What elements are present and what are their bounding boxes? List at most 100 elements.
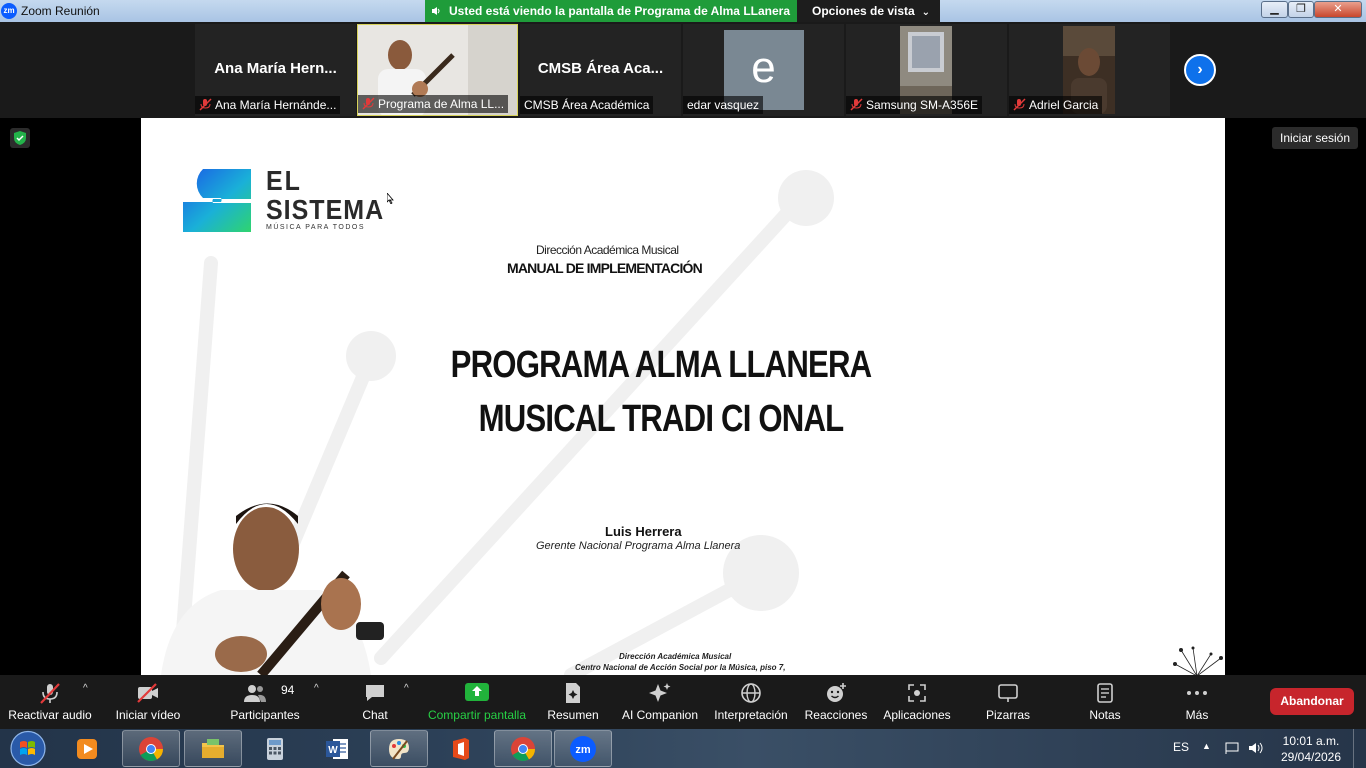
- taskbar-zoom[interactable]: zm: [554, 730, 612, 767]
- word-icon-letter: W: [328, 745, 338, 756]
- taskbar-paint[interactable]: [370, 730, 428, 767]
- title-bar: zm Zoom Reunión Usted está viendo la pan…: [0, 0, 1366, 22]
- volume-icon[interactable]: [1248, 741, 1264, 755]
- taskbar-media-player[interactable]: [58, 730, 116, 767]
- camera-off-icon: [137, 683, 158, 703]
- participant-tile[interactable]: CMSB Área Aca... CMSB Área Académica: [520, 24, 681, 116]
- more-label: Más: [1185, 708, 1209, 722]
- paint-icon: [389, 738, 409, 760]
- view-options-button[interactable]: Opciones de vista ⌄: [797, 0, 940, 22]
- logo-tagline: MÚSICA PARA TODOS: [266, 224, 366, 231]
- start-button-windows-icon[interactable]: [7, 729, 49, 768]
- chat-label: Chat: [362, 708, 388, 722]
- maximize-button[interactable]: ❐: [1288, 1, 1314, 18]
- logo-text-el: EL: [266, 165, 302, 197]
- mic-muted-icon: [1013, 98, 1026, 111]
- clock-date[interactable]: 29/04/2026: [1272, 750, 1350, 764]
- participant-name-bar: edar vasquez: [683, 96, 764, 114]
- gallery-strip: Ana María Hern... Ana María Hernánde... …: [0, 22, 1366, 118]
- summary-label: Resumen: [547, 708, 599, 722]
- mic-muted-icon: [362, 97, 375, 110]
- mic-muted-icon: [199, 98, 212, 111]
- participant-tile[interactable]: Adriel Garcia: [1009, 24, 1170, 116]
- participant-name: Adriel Garcia: [1029, 98, 1099, 112]
- signin-button[interactable]: Iniciar sesión: [1272, 127, 1358, 149]
- participant-name-bar: Samsung SM-A356E: [846, 96, 983, 114]
- slide-author-role: Gerente Nacional Programa Alma Llanera: [536, 540, 741, 552]
- whiteboards-label: Pizarras: [985, 708, 1030, 722]
- participant-tile[interactable]: Ana María Hern... Ana María Hernánde...: [195, 24, 356, 116]
- slide-footer-line: Centro Nacional de Acción Social por la …: [575, 663, 786, 672]
- leave-meeting-button[interactable]: Abandonar: [1270, 688, 1354, 715]
- clock-time[interactable]: 10:01 a.m.: [1272, 734, 1350, 748]
- taskbar-office[interactable]: [432, 730, 490, 767]
- action-center-flag-icon[interactable]: [1224, 741, 1240, 755]
- slide-subtitle: Dirección Académica Musical: [536, 243, 679, 257]
- audio-options-caret[interactable]: ^: [83, 683, 88, 694]
- taskbar-file-explorer[interactable]: [184, 730, 242, 767]
- summary-button[interactable]: Resumen: [540, 675, 606, 729]
- chat-button[interactable]: Chat: [345, 675, 405, 729]
- gallery-next-button[interactable]: ›: [1184, 54, 1216, 86]
- zoom-icon-letters: zm: [575, 744, 591, 756]
- input-language-indicator[interactable]: ES: [1173, 740, 1189, 754]
- slide-title-line: PROGRAMA ALMA LLANERA: [450, 344, 873, 386]
- slide-manual-heading: MANUAL DE IMPLEMENTACIÓN: [507, 260, 703, 276]
- share-screen-icon: [465, 683, 489, 701]
- apps-icon: [908, 684, 926, 702]
- mic-muted-icon: [40, 683, 60, 704]
- participant-name-bar: CMSB Área Académica: [520, 96, 654, 114]
- taskbar-calculator[interactable]: [246, 730, 304, 767]
- ai-companion-button[interactable]: AI Companion: [615, 675, 705, 729]
- logo-text-sistema: SISTEMA: [266, 194, 385, 226]
- whiteboards-button[interactable]: Pizarras: [972, 675, 1044, 729]
- share-screen-button[interactable]: Compartir pantalla: [420, 675, 534, 729]
- taskbar-chrome-2[interactable]: [494, 730, 552, 767]
- participants-icon: [244, 685, 266, 702]
- window-title: Zoom Reunión: [21, 4, 100, 18]
- shared-screen-slide: EL SISTEMA MÚSICA PARA TODOS Dirección A…: [141, 118, 1225, 675]
- summary-icon: [566, 683, 580, 703]
- meeting-toolbar: Reactivar audio ^ Iniciar vídeo Particip…: [0, 675, 1366, 729]
- slide-author: Luis Herrera: [605, 524, 682, 539]
- participant-name-bar: Ana María Hernánde...: [195, 96, 341, 114]
- zoom-logo-icon: zm: [1, 3, 17, 19]
- close-button[interactable]: ✕: [1314, 1, 1362, 18]
- chevron-down-icon: ⌄: [921, 7, 930, 18]
- participant-name: Ana María Hernánde...: [215, 98, 337, 112]
- minimize-button[interactable]: ▁: [1261, 1, 1288, 18]
- taskbar-chrome[interactable]: [122, 730, 180, 767]
- participant-name: Samsung SM-A356E: [866, 98, 979, 112]
- calculator-icon: [267, 737, 283, 760]
- tray-expand-arrow-icon[interactable]: ▲: [1202, 741, 1211, 751]
- participant-tile-active[interactable]: Programa de Alma LL...: [357, 24, 518, 116]
- notes-button[interactable]: Notas: [1072, 675, 1138, 729]
- unmute-audio-label: Reactivar audio: [8, 708, 92, 722]
- participants-options-caret[interactable]: ^: [314, 683, 319, 694]
- interpretation-button[interactable]: Interpretación: [708, 675, 794, 729]
- more-button[interactable]: Más: [1165, 675, 1229, 729]
- chat-options-caret[interactable]: ^: [404, 683, 409, 694]
- corner-decoration-icon: [1173, 646, 1223, 675]
- participant-name: Programa de Alma LL...: [378, 97, 505, 111]
- chat-icon: [366, 685, 384, 701]
- windows-taskbar: W zm ES ▲ 10:01 a.m. 29/04/2026: [0, 729, 1366, 768]
- slide-title-line: MUSICAL TRADI CI ONAL: [478, 398, 845, 440]
- ai-companion-label: AI Companion: [621, 708, 699, 722]
- notes-icon: [1097, 683, 1113, 703]
- chrome-icon: [511, 736, 535, 761]
- participant-tile[interactable]: Samsung SM-A356E: [846, 24, 1007, 116]
- start-video-button[interactable]: Iniciar vídeo: [103, 675, 193, 729]
- el-sistema-logo-icon: [183, 169, 251, 232]
- ai-sparkle-icon: [649, 683, 671, 702]
- participant-tile[interactable]: e edar vasquez: [683, 24, 844, 116]
- security-shield-icon[interactable]: [10, 128, 30, 148]
- emoji-icon: [827, 683, 846, 702]
- zoom-icon: zm: [570, 735, 596, 762]
- interpretation-label: Interpretación: [714, 708, 788, 722]
- reactions-button[interactable]: Reacciones: [800, 675, 872, 729]
- taskbar-word[interactable]: W: [308, 730, 366, 767]
- participant-name: edar vasquez: [687, 98, 760, 112]
- show-desktop-button[interactable]: [1353, 729, 1366, 768]
- apps-button[interactable]: Aplicaciones: [878, 675, 956, 729]
